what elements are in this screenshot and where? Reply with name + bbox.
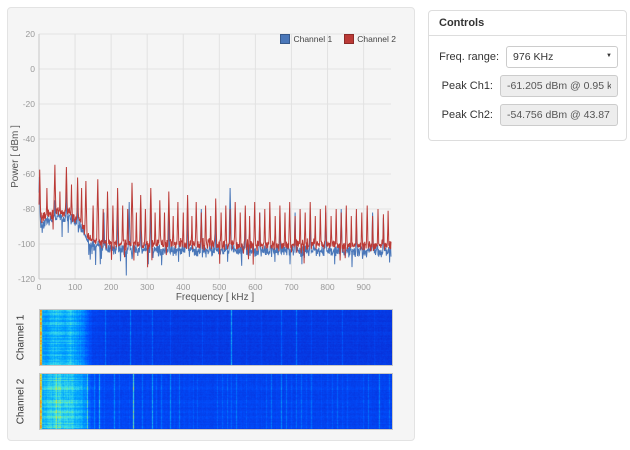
legend-swatch-icon: [344, 34, 355, 44]
svg-text:0: 0: [37, 282, 42, 292]
freq-range-select[interactable]: 976 KHz ▼: [506, 46, 618, 68]
svg-text:700: 700: [284, 282, 298, 292]
freq-range-row: Freq. range: 976 KHz ▼: [435, 46, 618, 68]
peak-ch2-readout[interactable]: [500, 104, 618, 126]
legend-label: Channel 2: [357, 34, 396, 44]
spectrum-panel: 20 0 -20 -40 -60 -80 -100 -120 0 100 200 300 400 500 6…: [7, 7, 415, 441]
freq-range-label: Freq. range:: [439, 51, 500, 63]
y-axis-title: Power [ dBm ]: [9, 125, 21, 188]
x-axis-title: Frequency [ kHz ]: [175, 292, 255, 303]
svg-text:800: 800: [320, 282, 334, 292]
app-root: 20 0 -20 -40 -60 -80 -100 -120 0 100 200 300 400 500 6…: [0, 0, 630, 450]
waterfall-ch2-label-wrap: Channel 2: [10, 373, 32, 430]
svg-text:400: 400: [176, 282, 190, 292]
controls-body: Freq. range: 976 KHz ▼ Peak Ch1: Peak Ch…: [429, 36, 626, 140]
svg-text:-80: -80: [23, 204, 36, 214]
svg-text:900: 900: [356, 282, 370, 292]
svg-text:0: 0: [30, 64, 35, 74]
legend-swatch-icon: [280, 34, 291, 44]
freq-range-value: 976 KHz: [513, 51, 554, 63]
controls-title: Controls: [429, 11, 626, 36]
legend-label: Channel 1: [293, 34, 333, 44]
waterfall-ch2-label: Channel 2: [15, 378, 27, 425]
spectrum-chart: 200-20-40-60-80-100-1200 100 200 300 400 500 6…: [18, 29, 392, 292]
waterfall-ch1-label: Channel 1: [15, 314, 27, 361]
svg-text:-40: -40: [23, 134, 36, 144]
y-axis-title-wrap: Power [ dBm ]: [6, 34, 24, 279]
svg-text:200: 200: [104, 282, 118, 292]
controls-panel: Controls Freq. range: 976 KHz ▼ Peak Ch1…: [428, 10, 627, 141]
svg-text:100: 100: [68, 282, 82, 292]
svg-text:-20: -20: [23, 99, 36, 109]
svg-text:20: 20: [26, 29, 36, 39]
legend-item-channel-1[interactable]: Channel 1: [280, 34, 332, 44]
svg-text:600: 600: [248, 282, 262, 292]
dropdown-caret-icon: ▼: [606, 53, 612, 59]
peak-ch1-label: Peak Ch1:: [441, 80, 493, 92]
waterfall-ch1-canvas: [39, 309, 393, 366]
legend-item-channel-2[interactable]: Channel 2: [344, 34, 396, 44]
chart-legend: Channel 1 Channel 2: [280, 34, 396, 44]
peak-ch2-label: Peak Ch2:: [441, 109, 493, 121]
svg-text:500: 500: [212, 282, 226, 292]
waterfall-ch1-label-wrap: Channel 1: [10, 309, 32, 366]
svg-text:-60: -60: [23, 169, 36, 179]
peak-ch1-readout[interactable]: [500, 75, 618, 97]
peak-ch2-row: Peak Ch2:: [435, 104, 618, 126]
svg-text:300: 300: [140, 282, 154, 292]
waterfall-ch2-canvas: [39, 373, 393, 430]
peak-ch1-row: Peak Ch1:: [435, 75, 618, 97]
